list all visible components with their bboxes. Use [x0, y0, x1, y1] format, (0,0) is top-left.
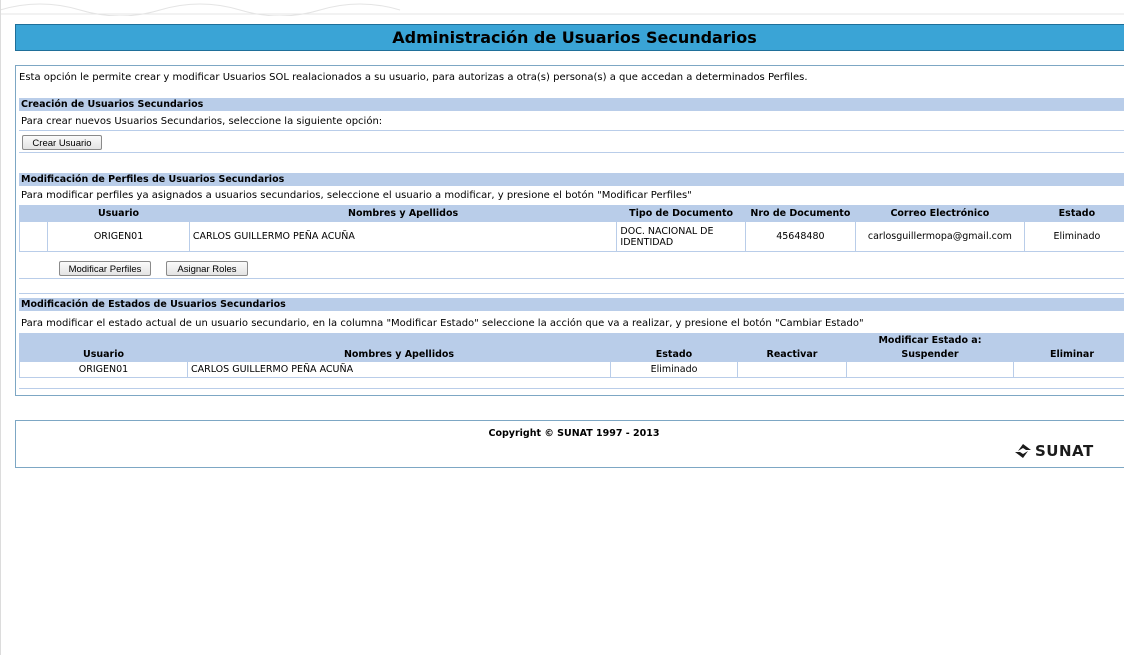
column-header: Tipo de Documento — [616, 205, 746, 222]
correo-cell: carlosguillermopa@gmail.com — [854, 221, 1025, 252]
nombres-cell: CARLOS GUILLERMO PEÑA ACUÑA — [187, 361, 611, 378]
states-table: Modificar Estado a: Usuario Nombres y Ap… — [19, 333, 1124, 378]
estado-cell: Eliminado — [610, 361, 738, 378]
modify-profiles-button[interactable]: Modificar Perfiles — [59, 261, 151, 276]
left-edge-line — [0, 0, 1, 655]
sunat-logo: SUNAT — [1014, 442, 1094, 460]
footer: Copyright © SUNAT 1997 - 2013 — [15, 420, 1124, 468]
nombres-cell: CARLOS GUILLERMO PEÑA ACUÑA — [188, 221, 618, 252]
modify-state-group-header: Modificar Estado a: — [846, 333, 1014, 348]
suspender-cell[interactable] — [846, 361, 1014, 378]
tipo-documento-cell: DOC. NACIONAL DE IDENTIDAD — [616, 221, 746, 252]
table-header-row: Usuario Nombres y Apellidos Estado React… — [19, 347, 1124, 362]
assign-roles-button[interactable]: Asignar Roles — [166, 261, 248, 276]
select-column-header — [18, 205, 49, 222]
creation-section-header: Creación de Usuarios Secundarios — [19, 98, 1124, 111]
reactivar-cell[interactable] — [737, 361, 847, 378]
table-header-row: Usuario Nombres y Apellidos Tipo de Docu… — [18, 205, 1124, 222]
row-select-cell[interactable] — [18, 221, 49, 252]
profiles-section-header: Modificación de Perfiles de Usuarios Sec… — [19, 173, 1124, 186]
logo-text: SUNAT — [1035, 442, 1094, 460]
header-spacer — [19, 333, 188, 348]
create-user-button[interactable]: Crear Usuario — [22, 135, 102, 150]
column-header: Nombres y Apellidos — [188, 205, 618, 222]
column-header: Nombres y Apellidos — [187, 347, 611, 362]
intro-text: Esta opción le permite crear y modificar… — [19, 72, 808, 83]
header-spacer — [187, 333, 611, 348]
divider — [19, 130, 1124, 131]
column-header: Nro de Documento — [744, 205, 856, 222]
divider — [19, 388, 1124, 389]
table-row[interactable]: ORIGEN01 CARLOS GUILLERMO PEÑA ACUÑA DOC… — [18, 221, 1124, 252]
profiles-table: Usuario Nombres y Apellidos Tipo de Docu… — [18, 205, 1124, 252]
divider — [19, 152, 1124, 153]
table-row: ORIGEN01 CARLOS GUILLERMO PEÑA ACUÑA Eli… — [19, 361, 1124, 378]
column-header: Estado — [1023, 205, 1124, 222]
states-instruction: Para modificar el estado actual de un us… — [21, 318, 864, 329]
header-spacer — [610, 333, 738, 348]
top-decoration — [0, 3, 1124, 16]
divider — [19, 278, 1124, 279]
column-header: Eliminar — [1013, 347, 1124, 362]
group-header-row: Modificar Estado a: — [19, 333, 1124, 348]
divider — [19, 293, 1124, 294]
header-spacer — [1013, 333, 1124, 348]
usuario-cell: ORIGEN01 — [19, 361, 188, 378]
creation-instruction: Para crear nuevos Usuarios Secundarios, … — [21, 116, 383, 127]
column-header: Estado — [610, 347, 738, 362]
usuario-cell: ORIGEN01 — [47, 221, 190, 252]
sunat-logo-icon — [1015, 444, 1031, 458]
page-title: Administración de Usuarios Secundarios — [392, 28, 757, 47]
copyright-text: Copyright © SUNAT 1997 - 2013 — [488, 428, 660, 439]
eliminar-cell[interactable] — [1013, 361, 1124, 378]
column-header: Reactivar — [737, 347, 847, 362]
column-header: Usuario — [19, 347, 188, 362]
header-spacer — [737, 333, 847, 348]
states-section-header: Modificación de Estados de Usuarios Secu… — [19, 298, 1124, 311]
page-title-bar: Administración de Usuarios Secundarios — [15, 24, 1124, 51]
main-panel: Esta opción le permite crear y modificar… — [15, 65, 1124, 396]
column-header: Usuario — [47, 205, 190, 222]
column-header: Correo Electrónico — [854, 205, 1025, 222]
estado-cell: Eliminado — [1023, 221, 1124, 252]
nro-documento-cell: 45648480 — [744, 221, 856, 252]
profiles-instruction: Para modificar perfiles ya asignados a u… — [21, 190, 692, 201]
column-header: Suspender — [846, 347, 1014, 362]
